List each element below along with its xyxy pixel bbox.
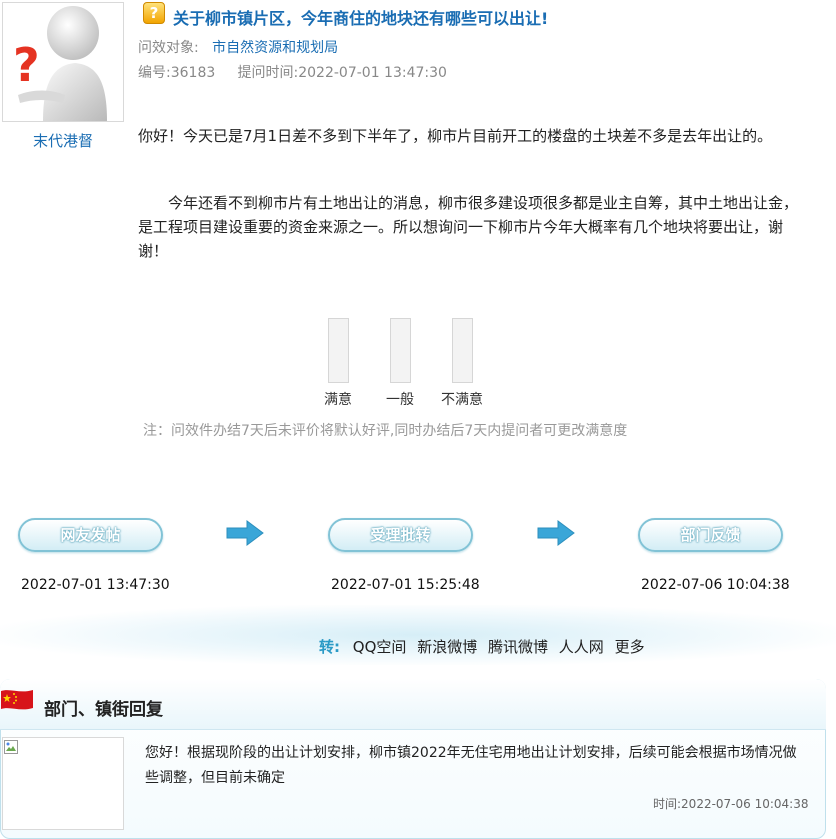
question-id: 编号:36183 bbox=[138, 65, 216, 81]
target-row: 问效对象: 市自然资源和规划局 bbox=[138, 37, 338, 57]
rating-bar-unsatisfied[interactable] bbox=[452, 318, 473, 383]
share-more-link[interactable]: 更多 bbox=[615, 638, 645, 656]
department-image bbox=[2, 737, 124, 830]
question-person-icon: ? bbox=[13, 6, 107, 121]
flow-step-feedback[interactable]: 部门反馈 bbox=[638, 518, 783, 552]
flow-time-feedback: 2022-07-06 10:04:38 bbox=[641, 577, 790, 593]
rating-label-satisfied[interactable]: 满意 bbox=[303, 389, 373, 409]
flow-step-accept[interactable]: 受理批转 bbox=[328, 518, 473, 552]
rating-label-unsatisfied[interactable]: 不满意 bbox=[427, 389, 497, 409]
reply-divider bbox=[0, 729, 826, 730]
user-avatar: ? bbox=[2, 2, 124, 122]
share-prefix: 转: bbox=[319, 638, 340, 656]
arrow-right-icon bbox=[537, 520, 575, 546]
rating-bar-average[interactable] bbox=[390, 318, 411, 383]
rating-note: 注：问效件办结7天后未评价将默认好评,同时办结后7天内提问者可更改满意度 bbox=[143, 423, 628, 439]
question-time: 提问时间:2022-07-01 13:47:30 bbox=[237, 65, 447, 81]
rating-label-average[interactable]: 一般 bbox=[365, 389, 435, 409]
rating-bar-satisfied[interactable] bbox=[328, 318, 349, 383]
svg-text:?: ? bbox=[13, 38, 40, 92]
share-sina-weibo-link[interactable]: 新浪微博 bbox=[417, 638, 477, 656]
target-label: 问效对象: bbox=[138, 40, 199, 56]
share-qzone-link[interactable]: QQ空间 bbox=[353, 638, 407, 656]
share-renren-link[interactable]: 人人网 bbox=[559, 638, 604, 656]
broken-image-icon bbox=[4, 740, 18, 754]
question-paragraph-1: 你好！今天已是7月1日差不多到下半年了，柳市片目前开工的楼盘的土块差不多是去年出… bbox=[138, 127, 773, 145]
flow-time-accept: 2022-07-01 15:25:48 bbox=[331, 577, 480, 593]
share-tencent-weibo-link[interactable]: 腾讯微博 bbox=[488, 638, 548, 656]
question-title: 关于柳市镇片区，今年商住的地块还有哪些可以出让! bbox=[173, 9, 549, 28]
question-mark-icon: ? bbox=[143, 2, 165, 24]
target-department-link[interactable]: 市自然资源和规划局 bbox=[212, 40, 338, 56]
meta-row: 编号:36183 提问时间:2022-07-01 13:47:30 bbox=[138, 62, 447, 82]
question-paragraph-2: 今年还看不到柳市片有土地出让的消息，柳市很多建设项很多都是业主自筹，其中土地出让… bbox=[138, 194, 799, 260]
reply-content: 您好！根据现阶段的出让计划安排，柳市镇2022年无住宅用地出让计划安排，后续可能… bbox=[145, 745, 797, 786]
flow-step-post[interactable]: 网友发帖 bbox=[18, 518, 163, 552]
reply-section-title: 部门、镇街回复 bbox=[44, 700, 163, 720]
flow-time-post: 2022-07-01 13:47:30 bbox=[21, 577, 170, 593]
china-flag-icon bbox=[1, 690, 33, 710]
share-row: 转: QQ空间 新浪微博 腾讯微博 人人网 更多 bbox=[319, 636, 651, 657]
arrow-right-icon bbox=[226, 520, 264, 546]
username-link[interactable]: 末代港督 bbox=[2, 130, 124, 151]
reply-time: 时间:2022-07-06 10:04:38 bbox=[653, 797, 809, 811]
